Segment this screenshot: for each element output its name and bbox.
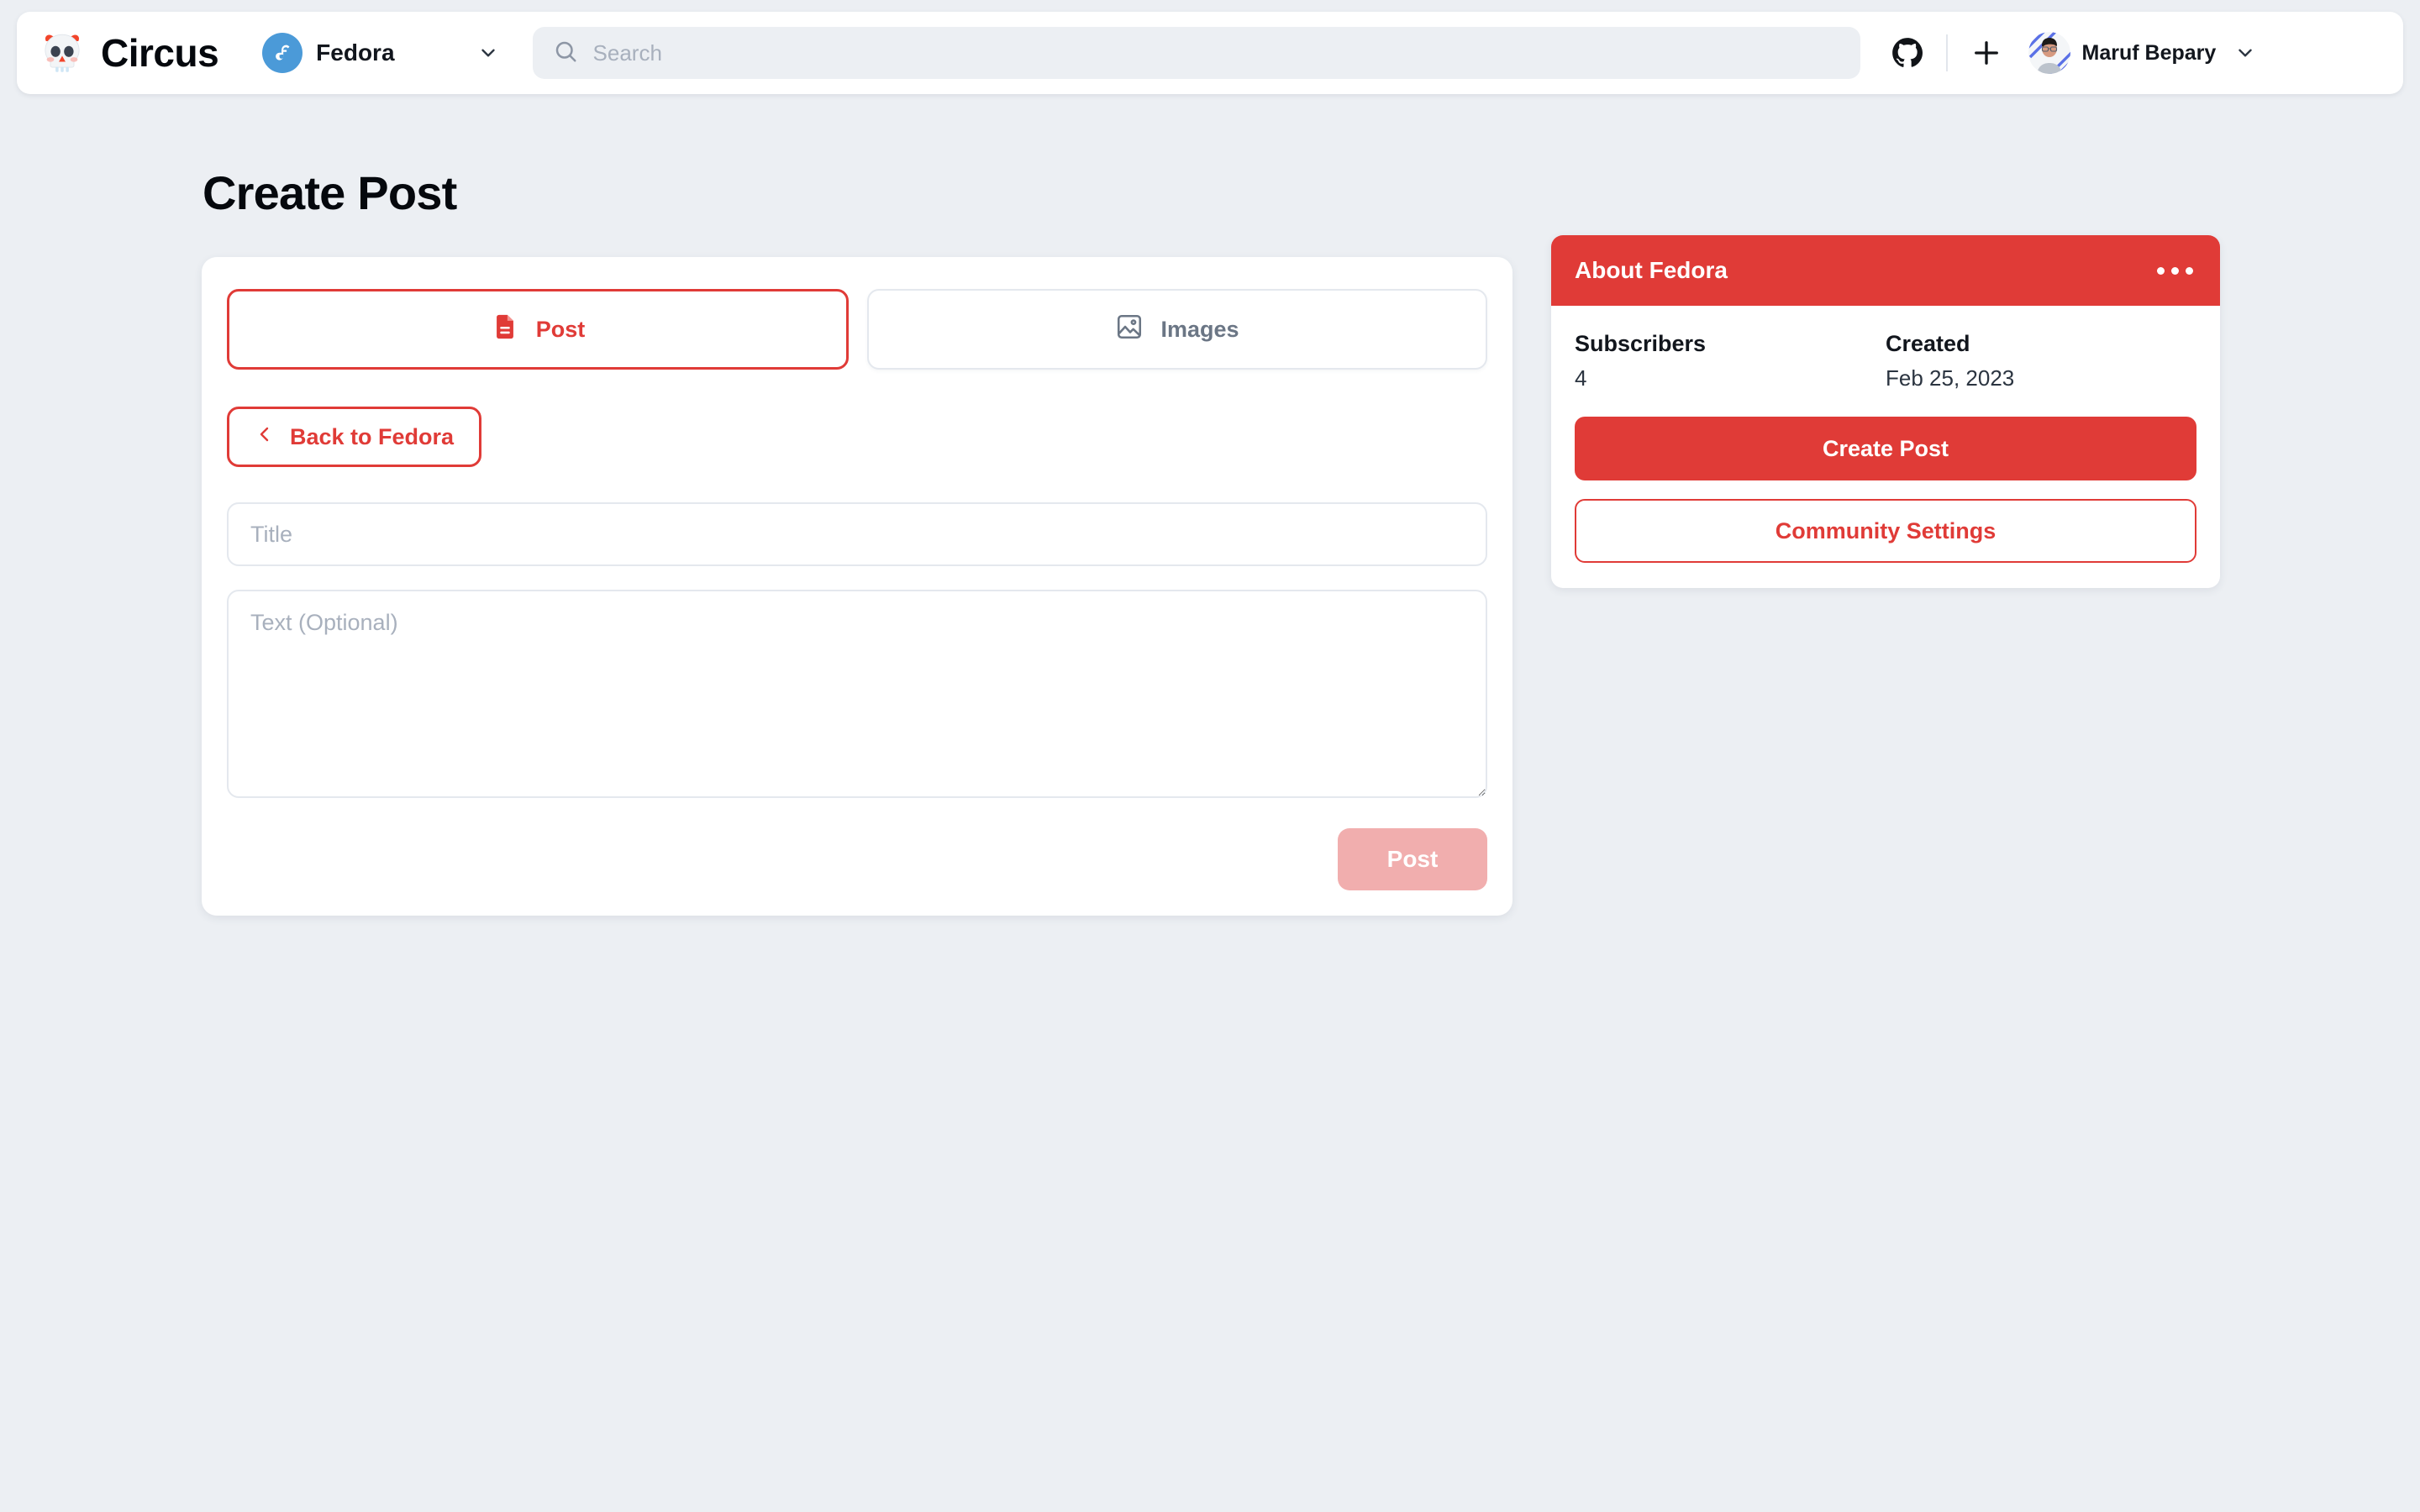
avatar <box>2028 32 2070 74</box>
stat-created-value: Feb 25, 2023 <box>1886 365 2015 391</box>
back-button-label: Back to Fedora <box>290 423 455 449</box>
back-to-community-button[interactable]: Back to Fedora <box>227 407 482 467</box>
stat-subscribers-label: Subscribers <box>1575 331 1707 356</box>
plus-icon[interactable] <box>1963 29 2010 76</box>
header-actions: Maruf Bepary <box>1884 29 2257 76</box>
tab-post[interactable]: Post <box>227 289 849 370</box>
skull-icon <box>45 34 80 72</box>
about-card-body: Subscribers 4 Created Feb 25, 2023 Creat… <box>1551 306 2220 588</box>
page-content: Create Post Post Images Back to Fedora T… <box>0 102 2420 1512</box>
community-stats: Subscribers 4 Created Feb 25, 2023 <box>1575 331 2196 391</box>
tab-post-label: Post <box>535 316 586 342</box>
header-bar: Circus Fedora Search Maruf Bepary <box>17 12 2403 94</box>
community-name: Fedora <box>316 39 395 66</box>
post-type-tabs: Post Images <box>227 289 1487 370</box>
page-title: Create Post <box>203 166 457 219</box>
stat-created-label: Created <box>1886 331 1970 356</box>
top-header: Circus Fedora Search Maruf Bepary <box>0 0 2420 102</box>
sidebar-create-post-button[interactable]: Create Post <box>1575 417 2196 480</box>
post-text-input[interactable] <box>227 590 1487 798</box>
more-horizontal-icon[interactable] <box>2154 259 2196 283</box>
submit-row: Post <box>227 828 1487 890</box>
search-box[interactable] <box>532 27 1860 79</box>
about-community-card: About Fedora Subscribers 4 Created Feb 2… <box>1551 235 2220 588</box>
search-input[interactable] <box>592 39 1840 66</box>
create-post-card: Post Images Back to Fedora Title Text (O… <box>202 257 1512 916</box>
brand-name: Circus <box>101 31 219 75</box>
user-name: Maruf Bepary <box>2081 40 2217 65</box>
user-menu[interactable]: Maruf Bepary <box>2028 32 2257 74</box>
document-icon <box>491 312 519 347</box>
tab-images[interactable]: Images <box>867 289 1487 370</box>
search-icon <box>553 39 578 68</box>
about-card-title: About Fedora <box>1575 257 1728 283</box>
chevron-down-icon[interactable] <box>2234 42 2256 64</box>
image-icon <box>1115 312 1144 347</box>
stat-created: Created Feb 25, 2023 <box>1886 331 2196 391</box>
brand-home-link[interactable]: Circus <box>39 29 219 76</box>
stat-subscribers: Subscribers 4 <box>1575 331 1886 391</box>
community-selector[interactable]: Fedora <box>262 23 498 83</box>
stat-subscribers-value: 4 <box>1575 365 1587 391</box>
sidebar-community-settings-button[interactable]: Community Settings <box>1575 499 2196 563</box>
tab-images-label: Images <box>1160 316 1239 342</box>
about-card-header: About Fedora <box>1551 235 2220 306</box>
github-icon[interactable] <box>1884 29 1931 76</box>
fedora-logo-icon <box>262 33 303 73</box>
chevron-down-icon[interactable] <box>477 42 499 64</box>
header-divider <box>1945 34 1948 71</box>
post-title-input[interactable] <box>227 502 1487 566</box>
submit-post-button[interactable]: Post <box>1338 828 1487 890</box>
chevron-left-icon <box>255 424 275 450</box>
